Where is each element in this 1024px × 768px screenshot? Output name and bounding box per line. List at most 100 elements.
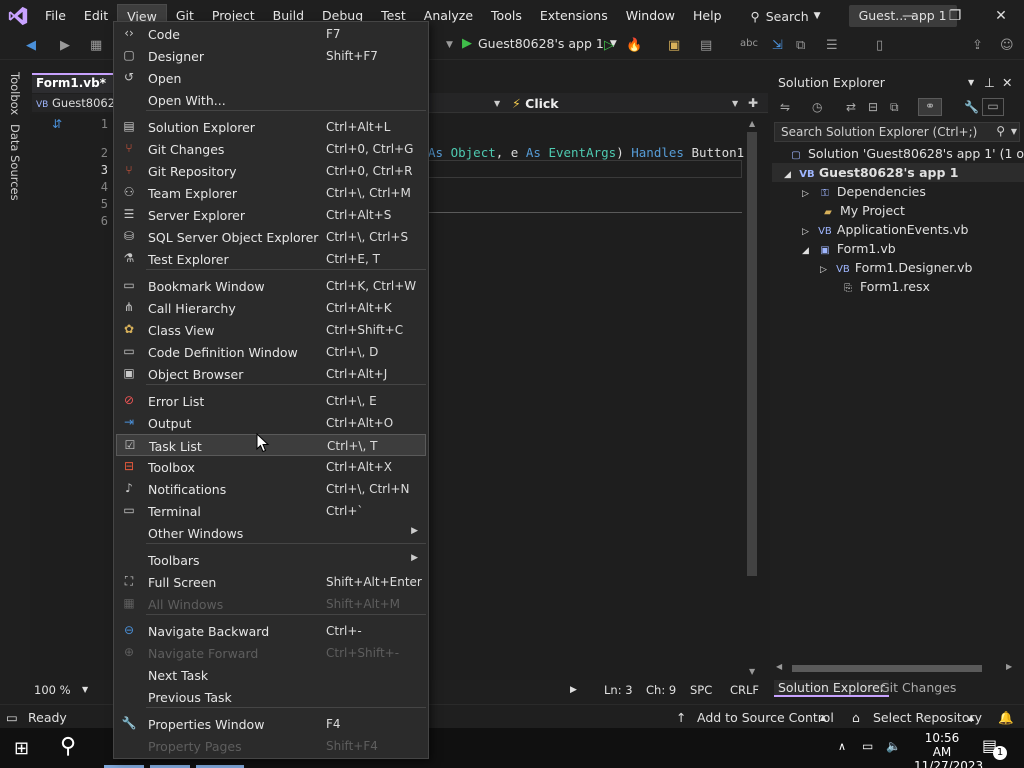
start-without-debugging-icon[interactable]: ▷ bbox=[604, 38, 614, 53]
view-menu-item-next-task[interactable]: Next Task bbox=[116, 664, 426, 686]
view-menu-item-error-list[interactable]: ⊘ Error List Ctrl+\, E bbox=[116, 390, 426, 412]
properties-icon[interactable]: 🔧 bbox=[964, 100, 979, 114]
menu-file[interactable]: File bbox=[36, 4, 75, 28]
tab-form1-vb[interactable]: Form1.vb* bbox=[32, 73, 116, 93]
open-folder-icon[interactable]: ▣ bbox=[668, 38, 680, 53]
pin-icon[interactable]: ⊥ bbox=[984, 75, 995, 90]
menu-tools[interactable]: Tools bbox=[482, 4, 531, 28]
view-menu-item-solution-explorer[interactable]: ▤ Solution Explorer Ctrl+Alt+L bbox=[116, 116, 426, 138]
navigate-back-icon[interactable]: ◀ bbox=[26, 38, 36, 53]
tree-project[interactable]: ◢ VB Guest80628's app 1 bbox=[784, 165, 958, 180]
switch-views-icon[interactable]: ⇋ bbox=[780, 100, 790, 114]
view-menu-item-notifications[interactable]: ♪ Notifications Ctrl+\, Ctrl+N bbox=[116, 478, 426, 500]
config-dropdown-icon[interactable]: ▼ bbox=[446, 40, 453, 50]
view-menu-item-test-explorer[interactable]: ⚗ Test Explorer Ctrl+E, T bbox=[116, 248, 426, 270]
view-menu-item-git-changes[interactable]: ⑂ Git Changes Ctrl+0, Ctrl+G bbox=[116, 138, 426, 160]
close-button[interactable]: ✕ bbox=[978, 0, 1024, 32]
hot-reload-icon[interactable]: 🔥 bbox=[626, 38, 642, 53]
add-to-source-control[interactable]: Add to Source Control bbox=[697, 710, 834, 725]
view-menu-item-terminal[interactable]: ▭ Terminal Ctrl+` bbox=[116, 500, 426, 522]
maximize-button[interactable]: ❐ bbox=[932, 0, 978, 32]
start-debugging-button[interactable]: ▶ Guest80628's app 1 ▼ bbox=[462, 36, 617, 51]
view-menu-item-other-windows[interactable]: Other Windows ▶ bbox=[116, 522, 426, 544]
toolbox-tab[interactable]: Toolbox bbox=[8, 72, 22, 115]
tree-form1-resx[interactable]: ⎘ Form1.resx bbox=[840, 279, 930, 294]
minimize-button[interactable]: — bbox=[886, 0, 932, 32]
new-item-icon[interactable]: ▦ bbox=[90, 38, 102, 53]
menu-extensions[interactable]: Extensions bbox=[531, 4, 617, 28]
view-menu-item-toolbox[interactable]: ⊟ Toolbox Ctrl+Alt+X bbox=[116, 456, 426, 478]
view-menu-item-team-explorer[interactable]: ⚇ Team Explorer Ctrl+\, Ctrl+M bbox=[116, 182, 426, 204]
tree-application-events[interactable]: ▷ VB ApplicationEvents.vb bbox=[802, 222, 968, 237]
tab-solution-explorer[interactable]: Solution Explorer bbox=[774, 680, 889, 697]
view-menu-item-previous-task[interactable]: Previous Task bbox=[116, 686, 426, 708]
sync-icon[interactable]: ⇄ bbox=[846, 100, 856, 114]
scroll-right-icon[interactable]: ▶ bbox=[570, 685, 577, 695]
scrollbar-thumb[interactable] bbox=[792, 665, 982, 672]
tree-my-project[interactable]: ▰ My Project bbox=[820, 203, 905, 218]
visual-studio-logo-icon[interactable] bbox=[0, 0, 36, 32]
show-all-files-icon[interactable]: ⧉ bbox=[890, 100, 899, 115]
windows-start-icon[interactable]: ⊞ bbox=[14, 738, 29, 759]
view-menu-item-server-explorer[interactable]: ☰ Server Explorer Ctrl+Alt+S bbox=[116, 204, 426, 226]
chevron-up-icon[interactable]: ∧ bbox=[838, 740, 846, 753]
view-menu-item-object-browser[interactable]: ▣ Object Browser Ctrl+Alt+J bbox=[116, 363, 426, 385]
zoom-level[interactable]: 100 % bbox=[34, 683, 71, 697]
view-menu-item-output[interactable]: ⇥ Output Ctrl+Alt+O bbox=[116, 412, 426, 434]
chevron-down-icon[interactable]: ▼ bbox=[968, 78, 974, 87]
line-ending-indicator[interactable]: CRLF bbox=[730, 683, 759, 697]
solution-search-input[interactable]: Search Solution Explorer (Ctrl+;) ⚲ ▼ bbox=[774, 122, 1020, 142]
view-menu-item-class-view[interactable]: ✿ Class View Ctrl+Shift+C bbox=[116, 319, 426, 341]
menu-help[interactable]: Help bbox=[684, 4, 731, 28]
view-menu-item-toolbars[interactable]: Toolbars ▶ bbox=[116, 549, 426, 571]
close-panel-icon[interactable]: ✕ bbox=[1002, 75, 1012, 90]
split-view-icon[interactable]: ✚ bbox=[748, 96, 758, 110]
view-menu-item-git-repository[interactable]: ⑂ Git Repository Ctrl+0, Ctrl+R bbox=[116, 160, 426, 182]
view-menu-item-open-with[interactable]: Open With... bbox=[116, 89, 426, 111]
volume-icon[interactable]: 🔈 bbox=[886, 739, 901, 753]
tree-form1[interactable]: ◢ ▣ Form1.vb bbox=[802, 241, 896, 256]
scroll-right-icon[interactable]: ▶ bbox=[1006, 662, 1012, 671]
window-layout-icon[interactable]: ⧉ bbox=[796, 38, 805, 53]
tree-solution[interactable]: ▢Solution 'Guest80628's app 1' (1 of 1 p… bbox=[788, 146, 1024, 161]
view-menu-item-code-definition-window[interactable]: ▭ Code Definition Window Ctrl+\, D bbox=[116, 341, 426, 363]
data-sources-tab[interactable]: Data Sources bbox=[8, 124, 22, 201]
scroll-left-icon[interactable]: ◀ bbox=[776, 662, 782, 671]
scroll-up-icon[interactable]: ▲ bbox=[749, 119, 755, 128]
taskbar-clock[interactable]: 10:56 AM 11/27/2023 bbox=[914, 731, 983, 768]
view-menu-item-open[interactable]: ↺ Open bbox=[116, 67, 426, 89]
select-repository[interactable]: Select Repository bbox=[873, 710, 982, 725]
preview-icon[interactable]: ▭ bbox=[982, 98, 1004, 116]
comment-icon[interactable]: ☰ bbox=[826, 38, 838, 53]
notifications-bell-icon[interactable]: 🔔 bbox=[998, 710, 1014, 726]
view-menu-item-bookmark-window[interactable]: ▭ Bookmark Window Ctrl+K, Ctrl+W bbox=[116, 275, 426, 297]
feedback-icon[interactable]: ☺ bbox=[1000, 38, 1014, 53]
network-icon[interactable]: ▭ bbox=[862, 739, 873, 753]
tree-dependencies[interactable]: ▷ ⚿ Dependencies bbox=[802, 184, 926, 199]
spell-check-icon[interactable]: abc bbox=[740, 38, 758, 49]
scrollbar-thumb[interactable] bbox=[747, 132, 757, 576]
menu-window[interactable]: Window bbox=[617, 4, 684, 28]
layout-icon[interactable]: ▤ bbox=[700, 38, 712, 53]
view-menu-item-navigate-backward[interactable]: ⊖ Navigate Backward Ctrl+- bbox=[116, 620, 426, 642]
share-icon[interactable]: ⇪ bbox=[972, 38, 983, 53]
collapse-all-icon[interactable]: ⊟ bbox=[868, 100, 878, 114]
filter-icon[interactable]: ⚭ bbox=[918, 98, 942, 116]
whitespace-indicator[interactable]: SPC bbox=[690, 683, 712, 697]
view-menu-item-code[interactable]: ‹› Code F7 bbox=[116, 23, 426, 45]
member-navigation-dropdown[interactable] bbox=[428, 93, 768, 113]
method-navigation[interactable]: ⚡ Click bbox=[512, 96, 559, 111]
search-button[interactable]: ⚲ Search ▼ bbox=[745, 4, 827, 28]
scroll-down-icon[interactable]: ▼ bbox=[749, 667, 755, 676]
bookmark-icon[interactable]: ▯ bbox=[876, 38, 883, 53]
navigate-forward-icon[interactable]: ▶ bbox=[60, 38, 70, 53]
tree-form1-designer[interactable]: ▷ VB Form1.Designer.vb bbox=[820, 260, 972, 275]
project-navigation-dropdown[interactable]: VB Guest80628's app 1 bbox=[32, 94, 114, 112]
menu-edit[interactable]: Edit bbox=[75, 4, 117, 28]
tab-git-changes[interactable]: Git Changes bbox=[880, 680, 956, 695]
view-menu-item-designer[interactable]: ▢ Designer Shift+F7 bbox=[116, 45, 426, 67]
view-menu-item-properties-window[interactable]: 🔧 Properties Window F4 bbox=[116, 713, 426, 735]
view-menu-item-task-list[interactable]: ☑ Task List Ctrl+\, T bbox=[116, 434, 426, 456]
view-menu-item-full-screen[interactable]: ⛶ Full Screen Shift+Alt+Enter bbox=[116, 571, 426, 593]
search-icon[interactable]: ⚲ bbox=[60, 734, 76, 759]
